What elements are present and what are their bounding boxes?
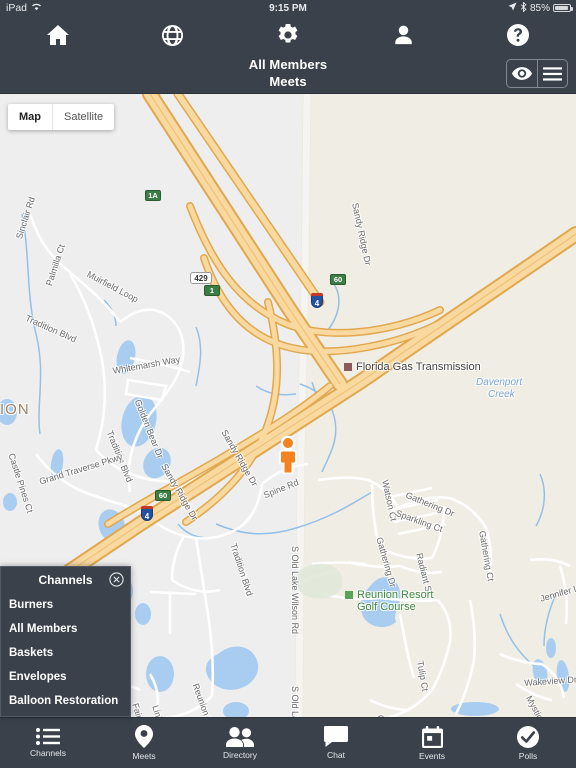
route-shield: 1A: [145, 190, 161, 201]
help-icon[interactable]: [461, 23, 576, 47]
channels-panel: Channels Burners All Members Baskets Envelo…: [0, 566, 131, 717]
location-arrow-icon: [508, 2, 517, 14]
channel-label: Baskets: [9, 647, 54, 659]
map-pin-icon: [135, 725, 153, 748]
close-circle-icon[interactable]: [109, 572, 124, 590]
chat-bubble-icon: [324, 726, 348, 747]
tab-meets[interactable]: Meets: [96, 718, 192, 768]
tab-label: Meets: [132, 751, 156, 761]
tab-events[interactable]: Events: [384, 718, 480, 768]
map-type-control: Map Satellite: [8, 104, 115, 130]
tab-label: Channels: [30, 748, 66, 758]
battery-percent: 85%: [529, 2, 550, 14]
battery-icon: [553, 3, 573, 13]
tab-polls[interactable]: Polls: [480, 718, 576, 768]
tab-label: Chat: [327, 750, 345, 760]
globe-icon[interactable]: [115, 24, 230, 47]
status-bar: iPad 9:15 PM 85%: [0, 0, 576, 16]
channel-label: All Members: [9, 623, 78, 635]
channel-label: Envelopes: [9, 671, 67, 683]
page-title: All Members: [248, 57, 328, 72]
channel-label: Balloon Restoration: [9, 695, 119, 707]
channels-panel-header: Channels: [1, 567, 130, 593]
route-shield: 60: [155, 490, 171, 501]
hamburger-menu-icon[interactable]: [538, 60, 568, 87]
bottom-tab-bar: Channels Meets Directory Chat Events Pol…: [0, 717, 576, 768]
route-shield: 429: [190, 272, 212, 284]
page-subtitle: Meets: [269, 74, 307, 89]
list-icon: [36, 728, 60, 745]
header-segmented-control: [506, 59, 568, 88]
tab-label: Events: [419, 750, 445, 761]
route-shield: 4: [141, 506, 153, 521]
top-nav-bar: [0, 16, 576, 54]
status-bar-right: 85%: [508, 0, 573, 15]
page-title-group: All Members Meets: [0, 56, 576, 90]
eye-icon[interactable]: [507, 60, 537, 87]
gear-icon[interactable]: [230, 23, 345, 47]
channel-list-item[interactable]: Envelopes: [1, 665, 130, 689]
home-icon[interactable]: [0, 24, 115, 46]
map-type-satellite[interactable]: Satellite: [53, 104, 114, 130]
route-shield: 1: [204, 285, 220, 296]
channels-list: Burners All Members Baskets Envelopes Balloo…: [1, 593, 130, 713]
app-root: iPad 9:15 PM 85% All Members Meets Map S…: [0, 0, 576, 768]
tab-label: Directory: [222, 749, 257, 760]
route-shield: 60: [330, 274, 346, 285]
tab-label: Polls: [518, 750, 538, 761]
check-circle-icon: [517, 725, 539, 748]
header-bar: All Members Meets: [0, 54, 576, 94]
channel-list-item[interactable]: All Members: [1, 617, 130, 641]
channel-list-item[interactable]: Baskets: [1, 641, 130, 665]
people-icon: [226, 726, 254, 747]
channels-panel-title: Channels: [38, 573, 93, 587]
channel-label: Burners: [9, 599, 54, 611]
tab-chat[interactable]: Chat: [288, 718, 384, 768]
person-icon[interactable]: [346, 24, 461, 46]
tab-channels[interactable]: Channels: [0, 718, 96, 768]
calendar-icon: [421, 725, 443, 748]
tab-directory[interactable]: Directory: [192, 718, 288, 768]
clock: 9:15 PM: [269, 2, 307, 14]
route-shield: 4: [311, 293, 323, 308]
bluetooth-icon: [520, 0, 527, 15]
channel-list-item[interactable]: Burners: [1, 593, 130, 617]
channel-list-item[interactable]: Balloon Restoration: [1, 689, 130, 713]
map-type-map[interactable]: Map: [8, 104, 53, 130]
